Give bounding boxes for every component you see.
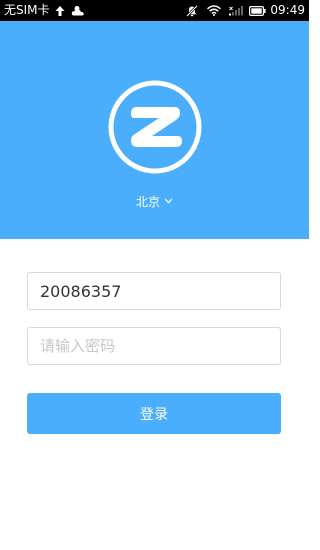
carrier-text: 无SIM卡 xyxy=(4,3,50,17)
status-right: 09:49 xyxy=(186,0,305,21)
wifi-icon xyxy=(207,0,222,21)
login-button[interactable]: 登录 xyxy=(27,393,281,434)
chevron-down-icon xyxy=(164,198,173,204)
header-banner: 北京 xyxy=(0,21,309,239)
city-label: 北京 xyxy=(135,194,160,209)
weather-icon xyxy=(71,0,86,21)
battery-icon xyxy=(249,0,267,21)
password-input[interactable] xyxy=(27,327,281,365)
upload-arrow-icon xyxy=(55,0,65,21)
status-left: 无SIM卡 xyxy=(4,0,86,21)
z-logo-icon xyxy=(108,80,202,174)
city-selector[interactable]: 北京 xyxy=(0,190,309,212)
notification-muted-icon xyxy=(186,0,199,21)
clock-time: 09:49 xyxy=(270,3,305,17)
cellular-signal-icon xyxy=(229,0,244,21)
username-input[interactable] xyxy=(27,272,281,310)
status-bar: 无SIM卡 09:49 xyxy=(0,0,309,21)
